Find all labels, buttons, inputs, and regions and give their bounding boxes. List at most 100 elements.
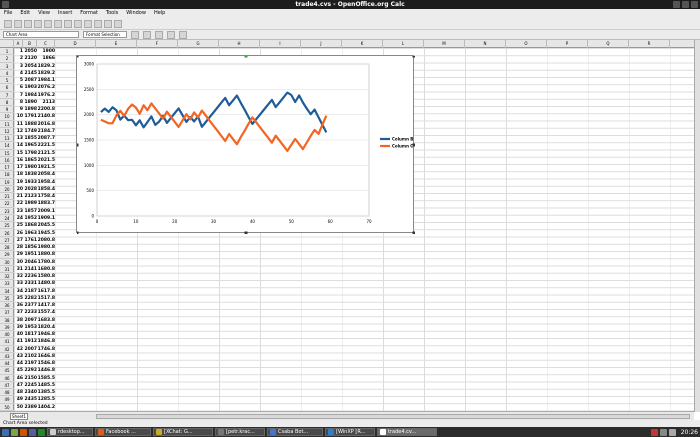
copy-icon[interactable] xyxy=(84,19,92,28)
row-header-33[interactable]: 33 xyxy=(0,280,14,288)
row-header-39[interactable]: 39 xyxy=(0,324,14,332)
row-header-28[interactable]: 28 xyxy=(0,244,14,252)
row-header-3[interactable]: 3 xyxy=(0,63,14,70)
cell-a[interactable]: 31 xyxy=(14,266,23,273)
cell-b[interactable]: 1761 xyxy=(23,237,37,244)
column-header-a[interactable]: A xyxy=(14,40,23,48)
menu-icon[interactable] xyxy=(2,428,9,436)
cell-b[interactable]: 2145 xyxy=(23,70,37,77)
row-header-2[interactable]: 2 xyxy=(0,55,14,63)
cell-a[interactable]: 39 xyxy=(14,324,23,331)
cell-c[interactable]: 1480.8 xyxy=(37,280,55,287)
cell-a[interactable]: 27 xyxy=(14,237,23,244)
row-header-47[interactable]: 47 xyxy=(0,382,14,390)
cell-a[interactable]: 12 xyxy=(14,128,23,135)
cell-a[interactable]: 34 xyxy=(14,288,23,295)
cell-c[interactable]: 2221.5 xyxy=(37,142,55,149)
cell-b[interactable]: 2245 xyxy=(23,382,37,389)
cell-a[interactable]: 40 xyxy=(14,331,23,338)
menu-edit[interactable]: Edit xyxy=(20,9,30,18)
row-header-18[interactable]: 18 xyxy=(0,171,14,179)
cell-b[interactable]: 2233 xyxy=(23,309,37,316)
calc-icon[interactable] xyxy=(38,428,45,436)
cell-b[interactable]: 2187 xyxy=(23,288,37,295)
sheet-tab-1[interactable]: Sheet1 xyxy=(10,413,28,420)
cell-c[interactable]: 2200.8 xyxy=(37,106,55,113)
cell-b[interactable]: 1868 xyxy=(23,222,37,229)
cell-b[interactable]: 2340 xyxy=(23,389,37,396)
grid-icon[interactable] xyxy=(167,30,175,39)
cell-c[interactable]: 1958.4 xyxy=(37,179,55,186)
cell-a[interactable]: 41 xyxy=(14,338,23,345)
cell-c[interactable]: 1404.2 xyxy=(37,404,55,411)
menu-help[interactable]: Help xyxy=(154,9,165,18)
format-selection-icon[interactable] xyxy=(131,30,139,39)
volume-icon[interactable] xyxy=(668,428,676,436)
cell-b[interactable]: 2102 xyxy=(23,353,37,360)
menu-window[interactable]: Window xyxy=(126,9,146,18)
cell-c[interactable]: 1485.5 xyxy=(37,382,55,389)
column-header-l[interactable]: L xyxy=(383,40,424,48)
row-header-17[interactable]: 17 xyxy=(0,164,14,172)
format-selection-box[interactable]: Format Selection xyxy=(83,31,127,38)
task-petr[interactable]: [petr.krac... xyxy=(215,428,265,436)
flag-icon[interactable] xyxy=(650,428,658,436)
row-header-45[interactable]: 45 xyxy=(0,367,14,375)
redo-icon[interactable] xyxy=(114,19,122,28)
column-header-i[interactable]: I xyxy=(260,40,301,48)
cell-a[interactable]: 47 xyxy=(14,382,23,389)
cell-c[interactable]: 1946.8 xyxy=(37,331,55,338)
cell-a[interactable]: 14 xyxy=(14,142,23,149)
cell-a[interactable]: 5 xyxy=(14,77,23,84)
row-header-35[interactable]: 35 xyxy=(0,295,14,303)
cell-b[interactable]: 1980 xyxy=(23,164,37,171)
row-header-16[interactable]: 16 xyxy=(0,157,14,165)
cell-c[interactable]: 2184.7 xyxy=(37,128,55,135)
task-facebook[interactable]: Facebook ... xyxy=(95,428,151,436)
cell-a[interactable]: 17 xyxy=(14,164,23,171)
row-header-40[interactable]: 40 xyxy=(0,331,14,339)
row-header-23[interactable]: 23 xyxy=(0,208,14,215)
task-winxp[interactable]: [WinXP [R... xyxy=(325,428,375,436)
cell-a[interactable]: 48 xyxy=(14,389,23,396)
column-header-d[interactable]: D xyxy=(55,40,96,48)
cell-c[interactable]: 1921.5 xyxy=(37,164,55,171)
cell-b[interactable]: 1984 xyxy=(23,92,37,99)
name-box[interactable]: Chart Area xyxy=(3,31,79,38)
row-header-27[interactable]: 27 xyxy=(0,237,14,244)
cell-b[interactable]: 1903 xyxy=(23,84,37,91)
cell-a[interactable]: 37 xyxy=(14,309,23,316)
cell-b[interactable]: 2120 xyxy=(23,55,37,62)
row-header-25[interactable]: 25 xyxy=(0,222,14,230)
cell-c[interactable]: 1385.5 xyxy=(37,389,55,396)
cell-b[interactable]: 1898 xyxy=(23,106,37,113)
cell-b[interactable]: 1963 xyxy=(23,230,37,237)
cell-c[interactable]: 1580.8 xyxy=(37,273,55,280)
cell-c[interactable]: 1980.8 xyxy=(37,244,55,251)
edit-file-icon[interactable] xyxy=(44,19,52,28)
cell-a[interactable]: 1 xyxy=(14,48,23,55)
row-header-46[interactable]: 46 xyxy=(0,375,14,382)
row-header-34[interactable]: 34 xyxy=(0,288,14,295)
cell-c[interactable]: 1909.1 xyxy=(37,215,55,222)
cell-a[interactable]: 49 xyxy=(14,396,23,403)
row-header-11[interactable]: 11 xyxy=(0,121,14,128)
column-header-q[interactable]: Q xyxy=(588,40,629,48)
cell-c[interactable]: 1820.4 xyxy=(37,324,55,331)
cell-b[interactable]: 2141 xyxy=(23,266,37,273)
cell-b[interactable]: 2150 xyxy=(23,375,37,382)
cell-b[interactable]: 1856 xyxy=(23,244,37,251)
cell-b[interactable]: 2087 xyxy=(23,77,37,84)
cell-b[interactable]: 2123 xyxy=(23,193,37,200)
vertical-scrollbar[interactable] xyxy=(694,40,700,412)
cell-b[interactable]: 1953 xyxy=(23,324,37,331)
menu-tools[interactable]: Tools xyxy=(106,9,118,18)
row-header-9[interactable]: 9 xyxy=(0,106,14,114)
cell-c[interactable]: 1680.8 xyxy=(37,266,55,273)
row-header-37[interactable]: 37 xyxy=(0,309,14,317)
cell-a[interactable]: 20 xyxy=(14,186,23,193)
chart-area[interactable]: 0 500 1000 1500 2000 2500 3000 0 10 20 30 40 50 60 70 C… xyxy=(75,54,416,235)
cell-c[interactable]: 2140.8 xyxy=(37,113,55,120)
cell-b[interactable]: 1865 xyxy=(23,157,37,164)
cell-c[interactable]: 2076.2 xyxy=(37,84,55,91)
